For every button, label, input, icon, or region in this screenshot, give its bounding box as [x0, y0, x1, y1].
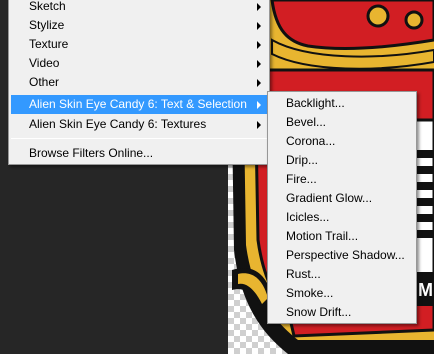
menu-item-label: Alien Skin Eye Candy 6: Text & Selection: [29, 97, 247, 111]
submenu-arrow-icon: [257, 101, 261, 109]
menu-item-label: Stylize: [29, 18, 65, 32]
submenu-item-label: Backlight...: [286, 96, 345, 110]
menu-item-eye-candy-textures[interactable]: Alien Skin Eye Candy 6: Textures: [11, 115, 267, 134]
submenu-item-perspective-shadow[interactable]: Perspective Shadow...: [270, 246, 414, 265]
submenu-item-snow-drift[interactable]: Snow Drift...: [270, 303, 414, 322]
submenu-item-label: Snow Drift...: [286, 305, 352, 319]
submenu-item-label: Bevel...: [286, 115, 327, 129]
submenu-arrow-icon: [257, 3, 261, 11]
menu-item-label: Texture: [29, 37, 69, 51]
submenu-item-drip[interactable]: Drip...: [270, 151, 414, 170]
menu-item-sketch[interactable]: Sketch: [11, 0, 267, 16]
submenu-item-corona[interactable]: Corona...: [270, 132, 414, 151]
submenu-item-label: Gradient Glow...: [286, 191, 373, 205]
submenu-item-label: Motion Trail...: [286, 229, 359, 243]
submenu-item-label: Corona...: [286, 134, 336, 148]
submenu-item-icicles[interactable]: Icicles...: [270, 208, 414, 227]
submenu-arrow-icon: [257, 60, 261, 68]
submenu-arrow-icon: [257, 22, 261, 30]
filter-menu: Sketch Stylize Texture Video Other Alien…: [8, 0, 270, 165]
menu-item-browse-filters-online[interactable]: Browse Filters Online...: [11, 144, 267, 163]
submenu-item-label: Smoke...: [286, 286, 334, 300]
menu-item-eye-candy-text-selection[interactable]: Alien Skin Eye Candy 6: Text & Selection: [11, 95, 267, 114]
submenu-item-label: Fire...: [286, 172, 317, 186]
submenu-item-label: Icicles...: [286, 210, 330, 224]
menu-item-stylize[interactable]: Stylize: [11, 16, 267, 35]
menu-item-label: Video: [29, 56, 60, 70]
submenu-item-fire[interactable]: Fire...: [270, 170, 414, 189]
menu-item-texture[interactable]: Texture: [11, 35, 267, 54]
eye-candy-submenu: Backlight... Bevel... Corona... Drip... …: [267, 91, 417, 324]
badge-letter: M: [418, 280, 433, 300]
submenu-item-label: Perspective Shadow...: [286, 248, 405, 262]
submenu-item-rust[interactable]: Rust...: [270, 265, 414, 284]
submenu-item-motion-trail[interactable]: Motion Trail...: [270, 227, 414, 246]
submenu-arrow-icon: [257, 121, 261, 129]
menu-item-label: Sketch: [29, 0, 66, 13]
submenu-item-gradient-glow[interactable]: Gradient Glow...: [270, 189, 414, 208]
menu-separator: [11, 138, 267, 139]
menu-item-label: Alien Skin Eye Candy 6: Textures: [29, 117, 207, 131]
menu-item-video[interactable]: Video: [11, 54, 267, 73]
submenu-item-label: Drip...: [286, 153, 319, 167]
submenu-item-bevel[interactable]: Bevel...: [270, 113, 414, 132]
submenu-item-backlight[interactable]: Backlight...: [270, 94, 414, 113]
menu-item-label: Browse Filters Online...: [29, 146, 154, 160]
menu-item-other[interactable]: Other: [11, 73, 267, 92]
submenu-arrow-icon: [257, 41, 261, 49]
menu-item-label: Other: [29, 75, 60, 89]
submenu-item-smoke[interactable]: Smoke...: [270, 284, 414, 303]
submenu-arrow-icon: [257, 79, 261, 87]
submenu-item-label: Rust...: [286, 267, 321, 281]
